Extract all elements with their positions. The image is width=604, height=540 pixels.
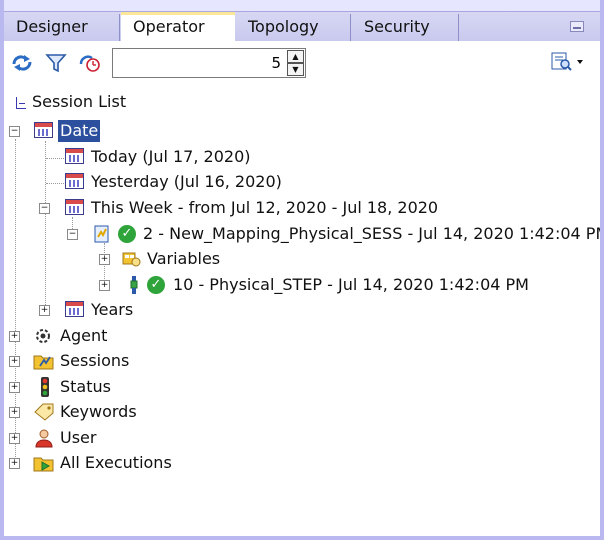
collapse-node-icon[interactable]: − [9, 126, 20, 137]
sessions-folder-icon [33, 352, 54, 370]
tree-node-step[interactable]: + ✓ 10 - Physical_STEP - Jul 14, 2020 1:… [4, 274, 600, 296]
tree-node-yesterday[interactable]: Yesterday (Jul 16, 2020) [4, 171, 600, 193]
agent-gear-icon [33, 327, 53, 345]
tree-label-today: Today (Jul 17, 2020) [91, 147, 251, 166]
tree-node-sessions[interactable]: + Sessions [4, 350, 600, 372]
keyword-tag-icon [33, 403, 54, 421]
expand-node-icon[interactable]: + [9, 356, 20, 367]
traffic-light-icon [35, 377, 55, 397]
calendar-icon [65, 148, 84, 164]
tree-label-agent: Agent [60, 326, 108, 345]
session-count-spinner[interactable]: ▲ ▼ [112, 48, 306, 78]
expand-node-icon[interactable]: + [99, 254, 110, 265]
tree-label-user: User [60, 428, 97, 447]
collapse-node-icon[interactable]: − [39, 203, 50, 214]
tree-label-keywords: Keywords [60, 402, 137, 421]
tree-node-all-executions[interactable]: + All Executions [4, 452, 600, 474]
calendar-icon [65, 301, 84, 317]
calendar-icon [34, 122, 53, 138]
tab-bar: Designer Operator Topology Security [4, 11, 600, 43]
success-check-icon: ✓ [147, 276, 165, 294]
filter-icon[interactable] [44, 52, 68, 74]
tree-node-keywords[interactable]: + Keywords [4, 401, 600, 423]
tree-node-today[interactable]: Today (Jul 17, 2020) [4, 146, 600, 168]
user-icon [34, 428, 54, 448]
tree-label-this-week: This Week - from Jul 12, 2020 - Jul 18, … [91, 198, 439, 217]
refresh-icon[interactable] [10, 52, 34, 74]
tree-label-session: 2 - New_Mapping_Physical_SESS - Jul 14, … [143, 224, 600, 243]
schedule-refresh-icon[interactable] [78, 52, 102, 74]
executions-folder-icon [33, 454, 54, 472]
tree-node-variables[interactable]: + Variables [4, 248, 600, 270]
tab-topology[interactable]: Topology [236, 14, 351, 41]
calendar-icon [65, 199, 84, 215]
expand-node-icon[interactable]: + [99, 280, 110, 291]
tree-label-status: Status [60, 377, 111, 396]
tree-label-sessions: Sessions [60, 351, 130, 370]
spin-up-icon[interactable]: ▲ [287, 50, 304, 63]
tree-label-step: 10 - Physical_STEP - Jul 14, 2020 1:42:0… [173, 275, 529, 294]
step-icon [124, 276, 144, 294]
tree-label-date: Date [58, 120, 101, 142]
tab-security[interactable]: Security [352, 14, 459, 41]
expand-node-icon[interactable]: + [9, 407, 20, 418]
operator-panel: ▲ ▼ Session List − Date Today (Jul 17, 2… [4, 41, 600, 536]
tree-node-date[interactable]: − Date [4, 120, 600, 142]
tree-node-agent[interactable]: + Agent [4, 325, 600, 347]
variables-icon [122, 250, 142, 268]
tree-label-all-executions: All Executions [60, 453, 172, 472]
calendar-icon [65, 173, 84, 189]
expand-node-icon[interactable]: + [9, 331, 20, 342]
expand-node-icon[interactable]: + [9, 458, 20, 469]
tab-designer[interactable]: Designer [4, 14, 120, 41]
tree-label-variables: Variables [147, 249, 221, 268]
expand-node-icon[interactable]: + [9, 382, 20, 393]
minimize-icon[interactable] [570, 21, 584, 32]
tree-node-status[interactable]: + Status [4, 376, 600, 398]
expand-node-icon[interactable]: + [9, 433, 20, 444]
tree-node-session[interactable]: − ✓ 2 - New_Mapping_Physical_SESS - Jul … [4, 223, 600, 245]
tree-label-yesterday: Yesterday (Jul 16, 2020) [91, 172, 282, 191]
success-check-icon: ✓ [118, 225, 136, 243]
find-in-tree-icon[interactable] [550, 51, 586, 73]
collapse-node-icon[interactable]: − [67, 229, 78, 240]
spinner-input[interactable] [113, 49, 285, 77]
session-list-label: Session List [32, 92, 127, 111]
tree-node-user[interactable]: + User [4, 427, 600, 449]
tab-operator[interactable]: Operator [121, 12, 235, 43]
expand-node-icon[interactable]: + [39, 305, 50, 316]
tree-node-this-week[interactable]: − This Week - from Jul 12, 2020 - Jul 18… [4, 197, 600, 219]
tree-node-years[interactable]: + Years [4, 299, 600, 321]
collapse-icon[interactable] [16, 97, 26, 109]
session-icon [92, 225, 112, 243]
spin-down-icon[interactable]: ▼ [287, 63, 304, 76]
tree-label-years: Years [91, 300, 134, 319]
session-list-header[interactable]: Session List [16, 91, 126, 113]
